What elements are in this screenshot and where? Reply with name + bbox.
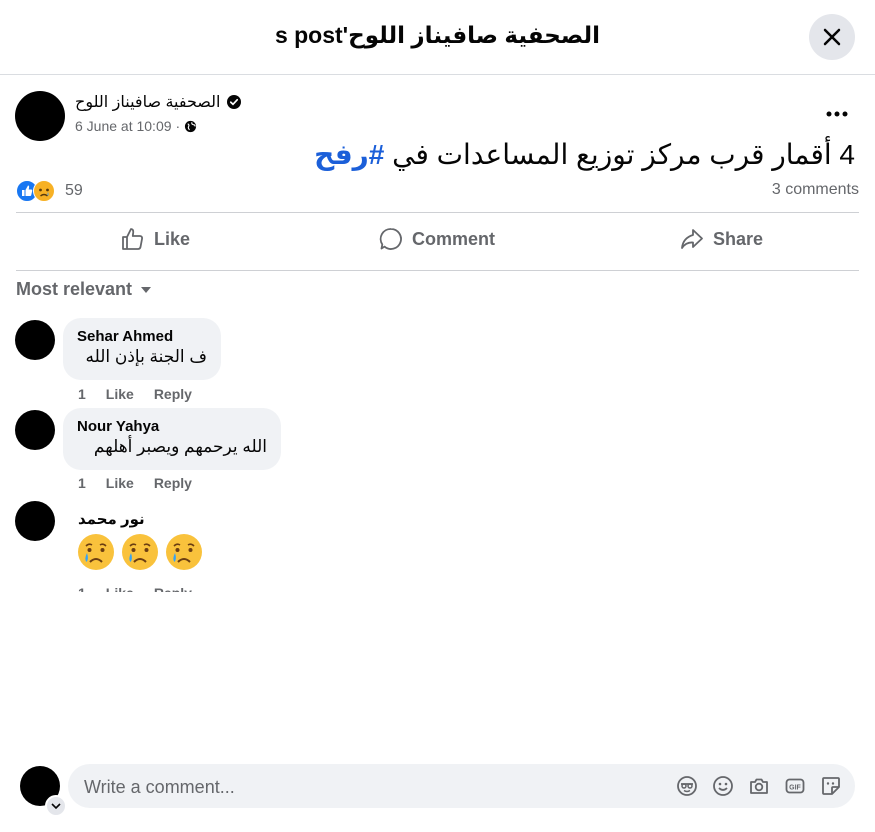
commenter-avatar[interactable] (15, 320, 55, 360)
dialog-title: الصحفية صافيناز اللوح's post (274, 22, 601, 48)
commenter-avatar[interactable] (15, 410, 55, 450)
crying-face-icon (166, 534, 202, 570)
reactions-summary[interactable]: 59 (16, 180, 83, 202)
dialog-header: الصحفية صافيناز اللوح's post (0, 0, 875, 75)
comment-label: Comment (412, 228, 496, 249)
author-name-text[interactable]: الصحفية صافيناز اللوح (75, 92, 221, 112)
divider-top (16, 212, 859, 213)
comment-sort-dropdown[interactable]: Most relevant (16, 279, 152, 300)
crying-face-icon (122, 534, 158, 570)
avatar-sticker-button[interactable] (675, 774, 699, 798)
author-avatar[interactable] (15, 91, 65, 141)
comment-time[interactable]: 1 (78, 475, 86, 491)
verified-icon (226, 95, 241, 109)
sticker-icon (822, 777, 840, 795)
comment-input[interactable] (82, 764, 646, 810)
share-button[interactable]: Share (679, 224, 763, 254)
emoji-button[interactable] (711, 774, 735, 798)
globe-icon (185, 120, 197, 132)
comment-reply-button[interactable]: Reply (154, 475, 192, 491)
commenter-name[interactable]: Sehar Ahmed (77, 328, 207, 345)
divider-bottom (16, 270, 859, 271)
more-options-button[interactable] (822, 100, 852, 128)
comment-emoji-content (76, 532, 204, 572)
sticker-button[interactable] (819, 774, 843, 798)
meta-separator: · (175, 118, 181, 134)
more-icon (826, 111, 848, 117)
comment-bubble: Sehar Ahmed ف الجنة بإذن الله (63, 318, 221, 380)
comment-like-button[interactable]: Like (106, 475, 134, 491)
commenter-avatar[interactable] (15, 501, 55, 541)
close-button[interactable] (809, 14, 855, 60)
comment-text: الله يرحمهم ويصبر أهلهم (93, 437, 267, 456)
scroll-clip (0, 592, 875, 604)
camera-icon (750, 778, 768, 794)
share-label: Share (713, 228, 764, 249)
post-body: 4 أقمار قرب مركز توزيع المساعدات في (392, 139, 855, 170)
hashtag-link[interactable]: #رفح (314, 139, 384, 170)
smiley-icon (713, 776, 733, 796)
comment-like-button[interactable]: Like (106, 386, 134, 402)
sad-reaction-icon (33, 180, 55, 202)
post-text: 4 أقمار قرب مركز توزيع المساعدات في #رفح (314, 138, 855, 171)
profile-switch-button[interactable] (45, 795, 67, 817)
like-icon (122, 228, 143, 250)
comment-text: ف الجنة بإذن الله (85, 347, 207, 366)
comment-icon (379, 228, 402, 250)
comment-time[interactable]: 1 (78, 386, 86, 402)
share-icon (681, 229, 703, 249)
reaction-count: 59 (65, 182, 83, 199)
comment-composer[interactable]: GIF (68, 764, 855, 810)
post-author[interactable]: الصحفية صافيناز اللوح (75, 92, 241, 112)
comment-button[interactable]: Comment (378, 224, 495, 254)
commenter-name[interactable]: نور محمد (78, 510, 145, 528)
chevron-down-icon (51, 803, 61, 810)
commenter-name[interactable]: Nour Yahya (77, 418, 267, 435)
comments-count[interactable]: 3 comments (772, 181, 859, 199)
like-label: Like (154, 228, 191, 249)
comment-bubble: Nour Yahya الله يرحمهم ويصبر أهلهم (63, 408, 281, 470)
sort-label: Most relevant (16, 279, 133, 299)
post-date[interactable]: 6 June at 10:09 (75, 118, 172, 134)
avatar-sticker-icon (677, 776, 697, 796)
caret-down-icon (141, 286, 152, 293)
close-icon (823, 28, 841, 46)
crying-face-icon (78, 534, 114, 570)
post-meta: 6 June at 10:09 · (75, 118, 197, 134)
composer-tools: GIF (675, 774, 843, 798)
svg-text:GIF: GIF (789, 784, 801, 791)
gif-icon: GIF (785, 778, 805, 794)
gif-button[interactable]: GIF (783, 774, 807, 798)
like-button[interactable]: Like (120, 224, 190, 254)
comment-reply-button[interactable]: Reply (154, 386, 192, 402)
photo-button[interactable] (747, 774, 771, 798)
comment-actions: 1 Like Reply (78, 386, 192, 402)
comment-actions: 1 Like Reply (78, 475, 192, 491)
